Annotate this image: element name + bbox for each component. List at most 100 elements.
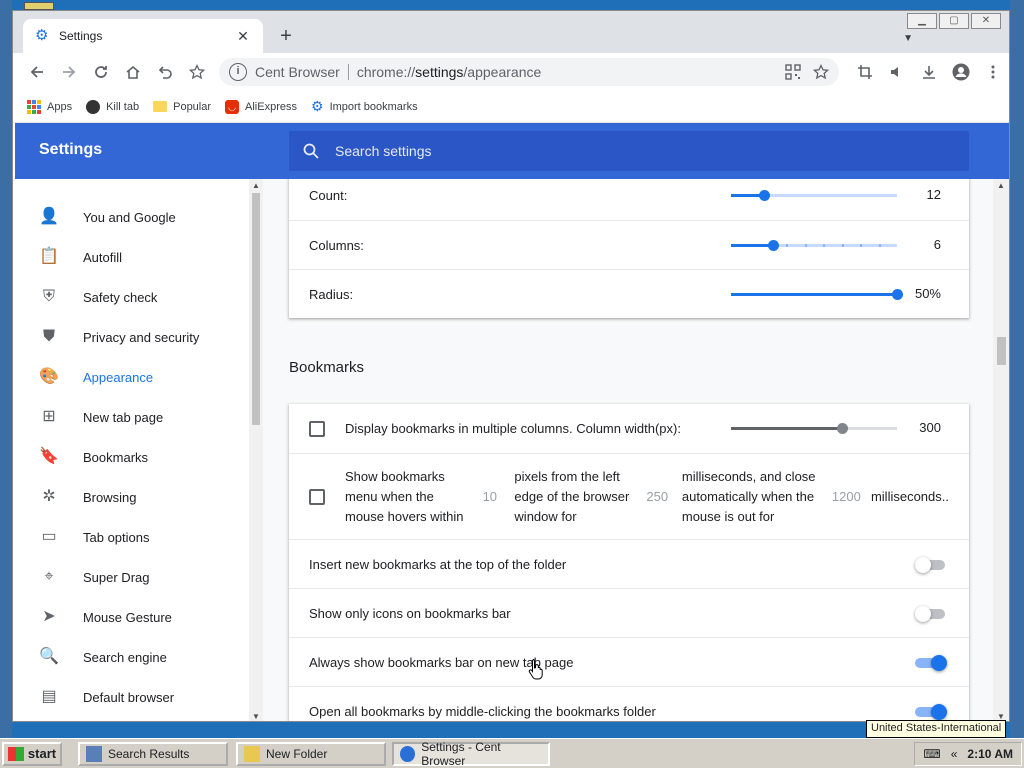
toolbar-right: [849, 56, 1009, 88]
main-scrollbar[interactable]: ▲ ▼: [993, 179, 1009, 721]
column-width-value: 300: [919, 420, 941, 435]
reload-icon: [95, 66, 107, 78]
tab-search-chevron-icon[interactable]: ▼: [903, 33, 913, 44]
clock[interactable]: 2:10 AM: [967, 747, 1013, 761]
sidebar-item-default-browser[interactable]: ▤ Default browser: [15, 677, 249, 717]
count-value: 12: [926, 187, 941, 202]
bookmarks-bar: Apps Kill tab Popular ◡ AliExpress ⚙ Imp…: [13, 91, 1009, 123]
tray-expand-icon[interactable]: «: [951, 747, 958, 761]
address-divider: [347, 64, 349, 80]
count-slider[interactable]: [731, 190, 897, 201]
site-info-icon[interactable]: i: [229, 63, 247, 81]
site-name: Cent Browser: [255, 64, 340, 80]
back-button[interactable]: [21, 56, 53, 88]
star-outline-icon: [189, 64, 205, 80]
settings-sidebar: 👤 You and Google 📋 Autofill ⛨ Safety che…: [15, 179, 249, 721]
task-settings-cent-browser[interactable]: Settings - Cent Browser: [392, 740, 550, 768]
radius-slider[interactable]: [731, 289, 903, 300]
slider-tick: [842, 244, 844, 247]
sidebar-item-privacy[interactable]: ⛊ Privacy and security: [15, 317, 249, 357]
sidebar-item-bookmarks[interactable]: 🔖 Bookmarks: [15, 437, 249, 477]
main-scroll-thumb[interactable]: [997, 337, 1006, 365]
download-icon: [923, 66, 935, 79]
home-button[interactable]: [117, 56, 149, 88]
multi-column-checkbox[interactable]: [309, 420, 325, 437]
downloads-button[interactable]: [913, 56, 945, 88]
sidebar-item-safety-check[interactable]: ⛨ Safety check: [15, 277, 249, 317]
scroll-down-icon[interactable]: ▼: [252, 712, 260, 721]
scroll-up-icon[interactable]: ▲: [252, 181, 260, 190]
hover-menu-checkbox[interactable]: [309, 488, 325, 505]
bookmark-label: Popular: [173, 100, 212, 113]
close-delay-input[interactable]: 1200: [822, 489, 871, 504]
sidebar-item-appearance[interactable]: 🎨 Appearance: [15, 357, 249, 397]
maximize-button[interactable]: ▢: [939, 13, 969, 29]
columns-slider[interactable]: [731, 240, 897, 251]
sidebar-item-browsing[interactable]: ✲ Browsing: [15, 477, 249, 517]
person-icon: 👤: [39, 208, 59, 225]
hover-text-2: pixels from the left edge of the browser…: [514, 468, 630, 524]
bookmark-page-star-icon[interactable]: [813, 64, 829, 80]
task-search-results[interactable]: Search Results: [78, 742, 228, 766]
sidebar-item-new-tab-page[interactable]: ⊞ New tab page: [15, 397, 249, 437]
bookmark-apps[interactable]: Apps: [27, 99, 72, 114]
task-new-folder[interactable]: New Folder: [236, 742, 386, 766]
toggle-knob: [931, 704, 947, 720]
shield-check-icon: ⛨: [42, 288, 55, 305]
bookmark-kill-tab[interactable]: Kill tab: [86, 99, 139, 114]
bookmark-aliexpress[interactable]: ◡ AliExpress: [225, 99, 297, 114]
sidebar-item-tab-options[interactable]: ▭ Tab options: [15, 517, 249, 557]
minimize-button[interactable]: ▁: [907, 13, 937, 29]
slider-knob[interactable]: [837, 423, 848, 434]
slider-knob[interactable]: [759, 190, 770, 201]
close-window-button[interactable]: ✕: [971, 13, 1001, 29]
column-width-slider[interactable]: [731, 423, 897, 434]
always-show-toggle[interactable]: [915, 655, 947, 671]
screenshot-button[interactable]: [849, 56, 881, 88]
sidebar-item-autofill[interactable]: 📋 Autofill: [15, 237, 249, 277]
hover-pixels-input[interactable]: 10: [465, 489, 514, 504]
qr-code-icon[interactable]: [785, 64, 801, 80]
hover-delay-input[interactable]: 250: [633, 489, 682, 504]
sidebar-item-super-drag[interactable]: ⌖ Super Drag: [15, 557, 249, 597]
reload-button[interactable]: [85, 56, 117, 88]
keyboard-icon[interactable]: ⌨: [923, 747, 940, 761]
address-bar[interactable]: i Cent Browser chrome://settings/appeara…: [219, 58, 839, 86]
palette-icon: 🎨: [39, 368, 59, 385]
slider-knob[interactable]: [768, 240, 779, 251]
sidebar-scroll-thumb[interactable]: [252, 193, 260, 425]
bookmark-popular[interactable]: Popular: [153, 101, 211, 113]
url-path: /appearance: [463, 64, 542, 80]
desktop-background-right: [1010, 0, 1024, 740]
profile-button[interactable]: [945, 56, 977, 88]
hover-text-3: milliseconds, and close automatically wh…: [681, 468, 816, 524]
sidebar-item-mouse-gesture[interactable]: ➤ Mouse Gesture: [15, 597, 249, 637]
icons-only-toggle[interactable]: [915, 606, 947, 622]
scroll-up-icon[interactable]: ▲: [997, 181, 1005, 190]
mute-button[interactable]: [881, 56, 913, 88]
tab-settings[interactable]: ⚙ Settings ✕: [23, 19, 263, 53]
menu-button[interactable]: [977, 56, 1009, 88]
system-tray: ⌨ « 2:10 AM: [914, 742, 1022, 766]
insert-top-toggle[interactable]: [915, 557, 947, 573]
search-settings-box[interactable]: Search settings: [289, 131, 969, 171]
forward-button[interactable]: [53, 56, 85, 88]
desktop-background-left: [0, 0, 12, 740]
undo-close-tab-button[interactable]: [149, 56, 181, 88]
start-button[interactable]: start: [2, 741, 62, 766]
bookmarks-card: Display bookmarks in multiple columns. C…: [289, 404, 969, 721]
sidebar-item-you-and-google[interactable]: 👤 You and Google: [15, 197, 249, 237]
url-text[interactable]: chrome://settings/appearance: [357, 64, 785, 80]
sidebar-scrollbar[interactable]: ▲ ▼: [249, 179, 263, 721]
url-scheme: chrome://: [356, 64, 416, 80]
search-input[interactable]: Search settings: [335, 143, 432, 159]
tab-close-icon[interactable]: ✕: [235, 28, 251, 45]
middle-click-toggle[interactable]: [915, 704, 947, 720]
bookmark-import[interactable]: ⚙ Import bookmarks: [311, 98, 418, 115]
desktop-icon[interactable]: [24, 2, 54, 10]
settings-main: Count: 12 Columns: 6 Radius: 50% Bookmar…: [263, 179, 993, 721]
new-tab-button[interactable]: +: [275, 25, 297, 47]
sidebar-item-search-engine[interactable]: 🔍 Search engine: [15, 637, 249, 677]
tab-icon: ▭: [41, 528, 57, 545]
bookmark-star-button[interactable]: [181, 56, 213, 88]
